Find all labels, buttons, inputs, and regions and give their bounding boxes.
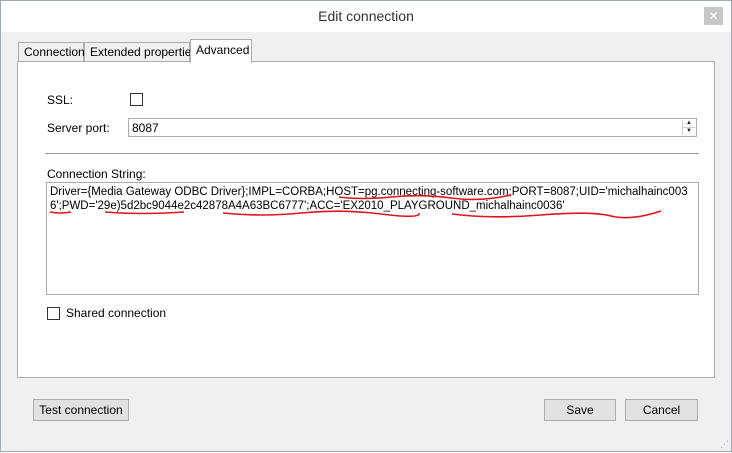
tab-extended-properties[interactable]: Extended properties xyxy=(84,42,197,62)
server-port-stepper[interactable]: 8087 ▲ ▼ xyxy=(128,118,697,137)
tab-advanced[interactable]: Advanced xyxy=(190,39,252,63)
connection-string-textarea[interactable]: Driver={Media Gateway ODBC Driver};IMPL=… xyxy=(46,182,699,295)
ssl-checkbox[interactable] xyxy=(130,93,143,106)
spin-up-icon[interactable]: ▲ xyxy=(683,120,695,127)
section-divider xyxy=(45,153,699,154)
ssl-label: SSL: xyxy=(47,93,74,107)
test-connection-button[interactable]: Test connection xyxy=(33,399,129,421)
edit-connection-dialog: Edit connection ✕ Connection Extended pr… xyxy=(0,0,732,452)
title-bar: Edit connection ✕ xyxy=(1,1,731,32)
connection-string-label: Connection String: xyxy=(47,167,146,181)
resize-grip-icon[interactable]: ⋰ xyxy=(719,439,729,449)
save-button[interactable]: Save xyxy=(544,399,616,421)
spin-buttons[interactable]: ▲ ▼ xyxy=(682,120,695,135)
close-icon[interactable]: ✕ xyxy=(704,7,723,25)
spin-down-icon[interactable]: ▼ xyxy=(683,127,695,134)
server-port-value: 8087 xyxy=(132,121,159,135)
cancel-button[interactable]: Cancel xyxy=(625,399,698,421)
server-port-label: Server port: xyxy=(47,121,110,135)
shared-connection-label[interactable]: Shared connection xyxy=(66,306,166,320)
dialog-title: Edit connection xyxy=(318,8,414,24)
shared-connection-checkbox[interactable] xyxy=(47,307,60,320)
tab-connection[interactable]: Connection xyxy=(18,42,85,62)
